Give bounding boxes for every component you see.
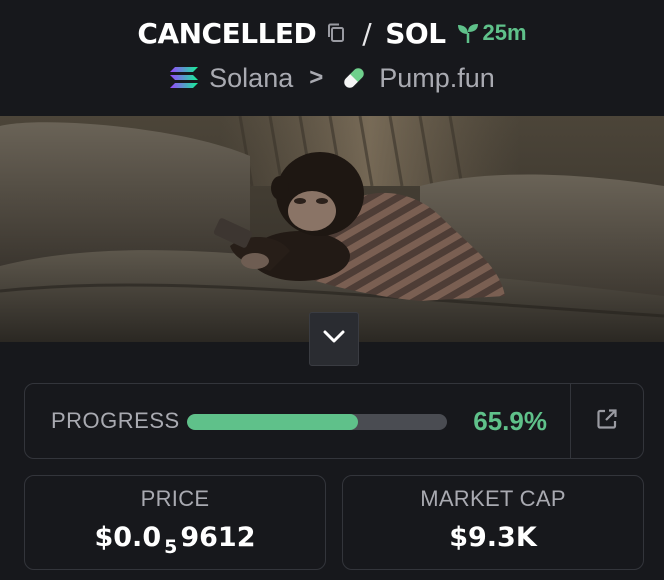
price-label: PRICE <box>140 486 210 511</box>
external-link-icon <box>595 407 619 436</box>
title-row: CANCELLED / SOL 25m <box>0 14 664 52</box>
progress-value: 65.9% <box>473 405 547 436</box>
seedling-icon <box>456 21 480 45</box>
pill-icon <box>339 63 369 93</box>
price-value: $0.0 5 9612 <box>25 522 325 558</box>
age-value: 25m <box>482 20 527 45</box>
chain-link[interactable]: Solana <box>209 63 293 94</box>
token-banner-image <box>0 116 664 342</box>
progress-label: PROGRESS <box>51 408 180 433</box>
bonding-progress-card: PROGRESS 65.9% <box>24 383 644 459</box>
price-prefix: $0.0 <box>94 522 162 553</box>
breadcrumb: Solana > Pump.fun <box>0 60 664 96</box>
progress-bar-fill <box>187 414 359 430</box>
market-cap-label: MARKET CAP <box>420 486 566 511</box>
solana-icon <box>169 65 199 91</box>
pair-separator: / <box>362 16 372 50</box>
pair-age: 25m <box>456 20 527 46</box>
market-cap-value: $9.3K <box>449 522 537 553</box>
token-name: CANCELLED <box>137 16 317 50</box>
price-digits: 9612 <box>180 522 256 553</box>
price-card: PRICE $0.0 5 9612 <box>24 475 326 570</box>
pair-header: CANCELLED / SOL 25m Solana > Pump.fun <box>0 0 664 116</box>
expand-banner-button[interactable] <box>309 312 359 366</box>
market-cap-card: MARKET CAP $9.3K <box>342 475 644 570</box>
chevron-right-icon: > <box>309 64 324 91</box>
open-external-button[interactable] <box>571 384 643 458</box>
chevron-down-icon <box>323 330 345 349</box>
progress-bar <box>187 414 447 430</box>
copy-icon[interactable] <box>324 21 348 45</box>
quote-token: SOL <box>385 16 446 50</box>
price-zero-count: 5 <box>164 536 178 558</box>
dex-link[interactable]: Pump.fun <box>379 63 495 94</box>
